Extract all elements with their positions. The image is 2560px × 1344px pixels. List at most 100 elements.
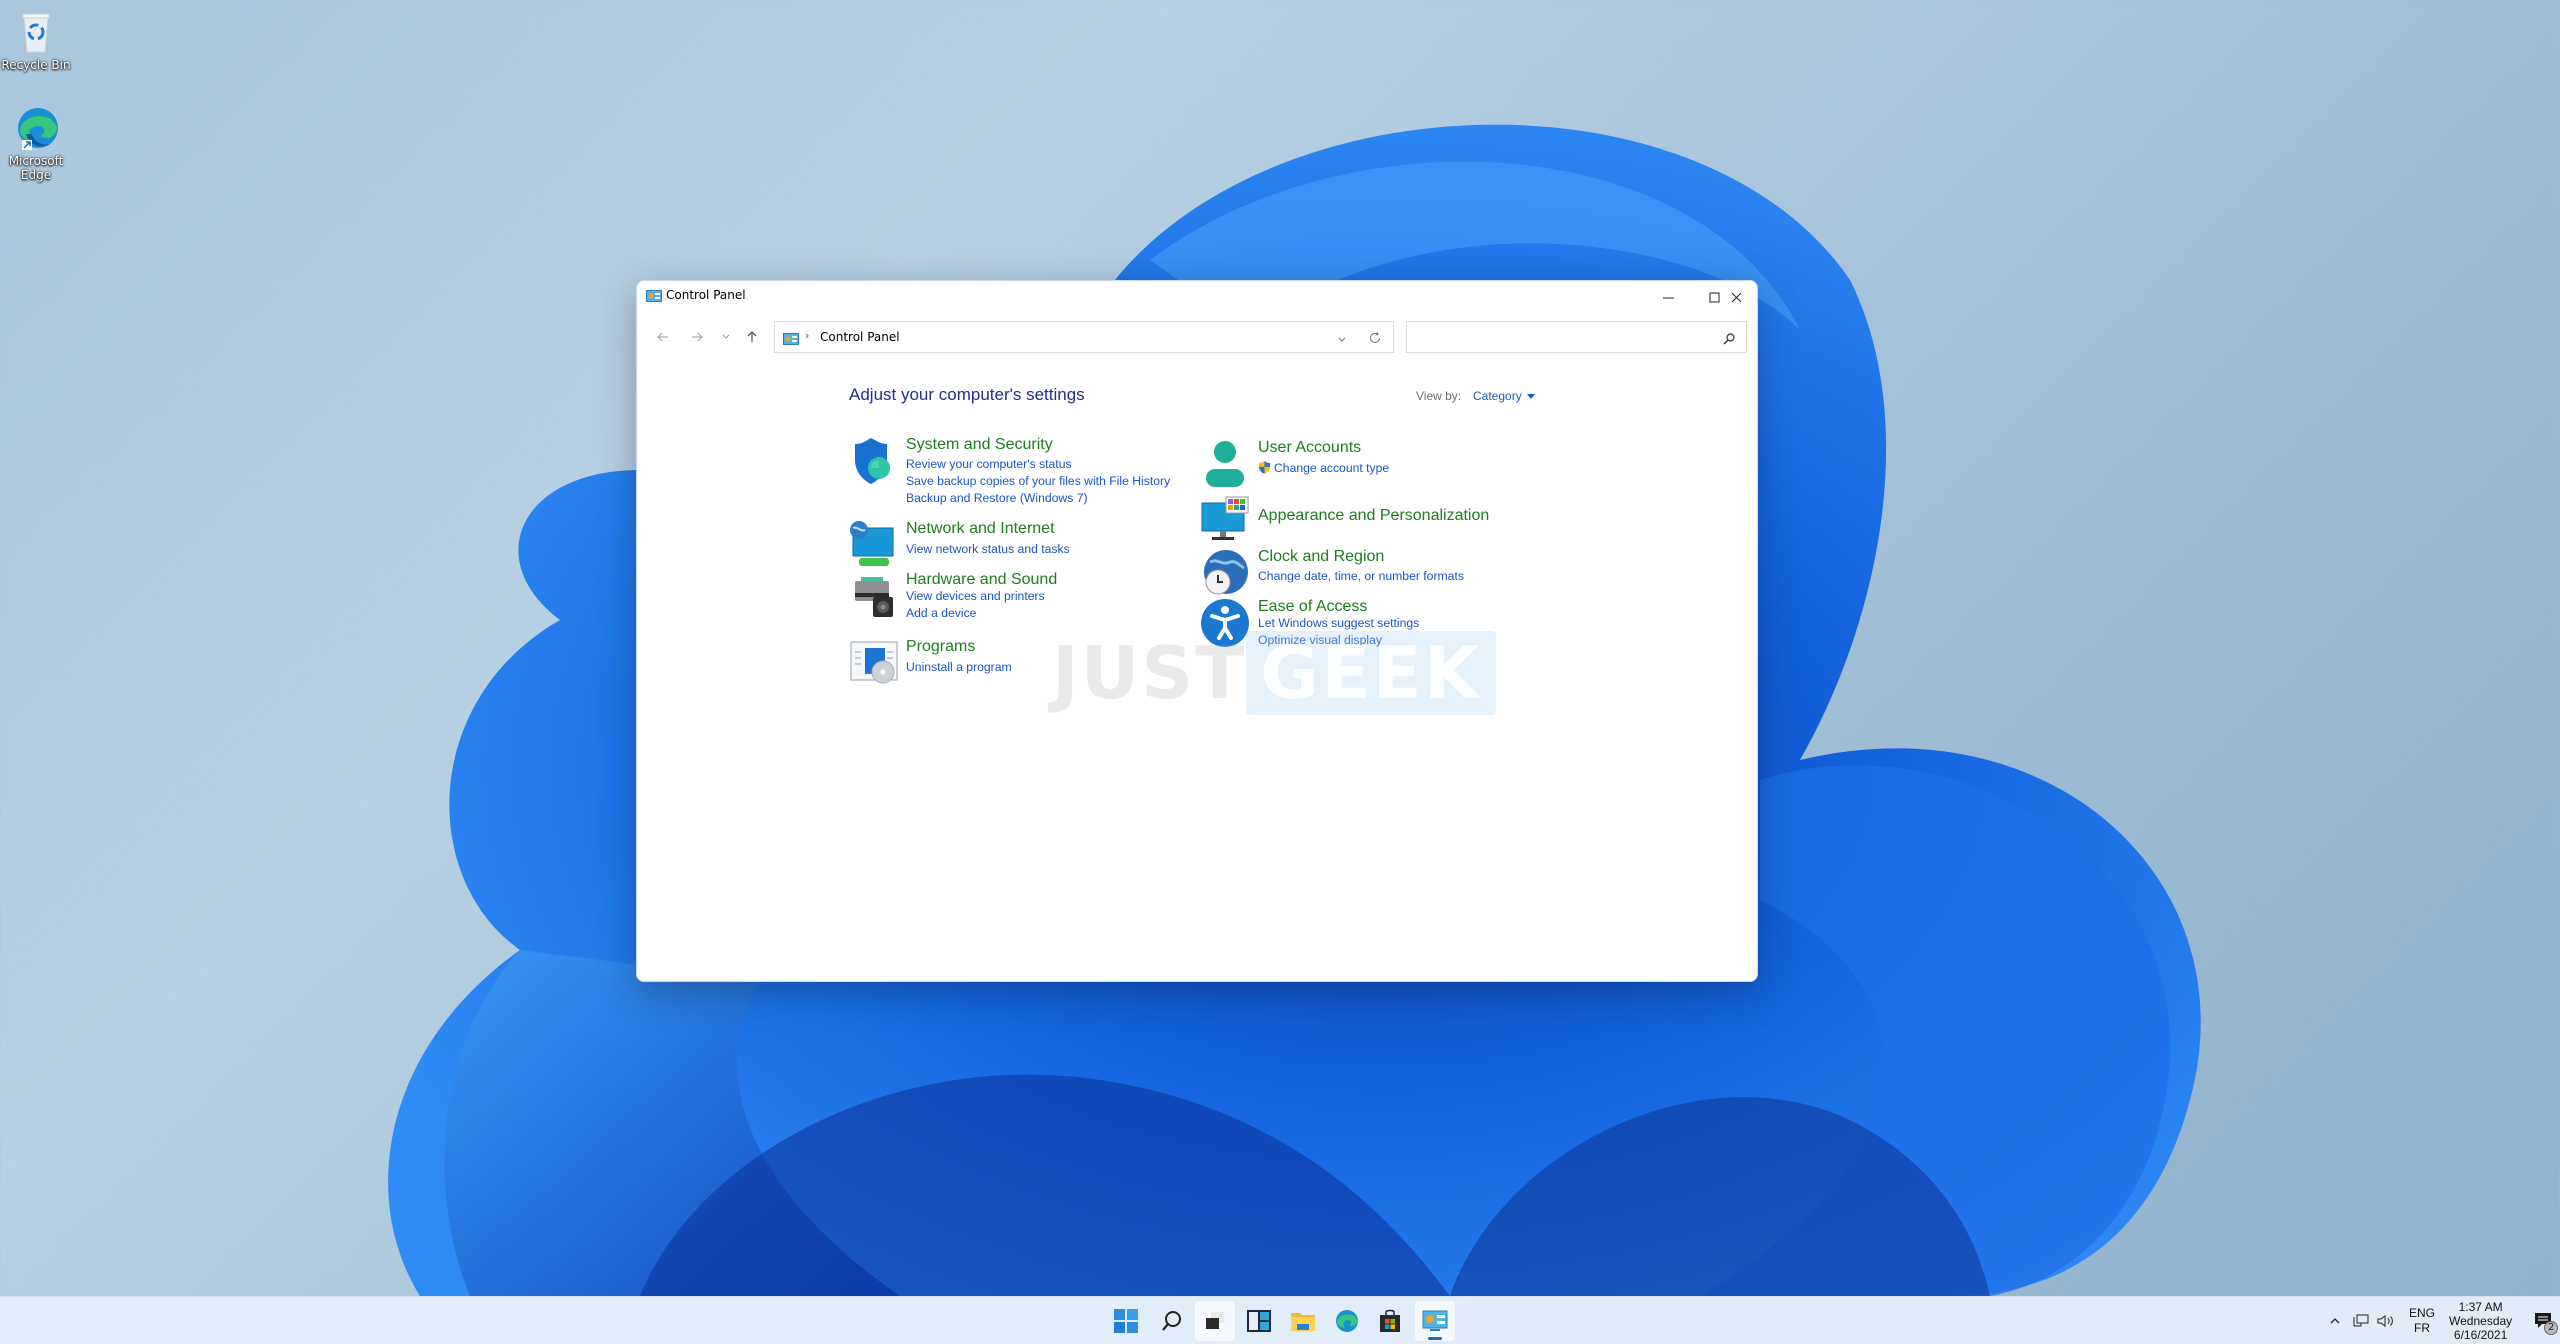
minimize-icon	[1662, 297, 1674, 298]
view-by-label: View by:	[1416, 389, 1462, 403]
edge-icon	[12, 104, 60, 152]
address-dropdown-button[interactable]	[1335, 331, 1349, 345]
widgets-icon	[1247, 1310, 1271, 1332]
page-heading: Adjust your computer's settings	[849, 385, 1085, 404]
back-button[interactable]	[651, 325, 675, 349]
edge-icon	[1336, 1310, 1358, 1332]
link-change-account-type[interactable]: Change account type	[1258, 461, 1389, 475]
windows-start-icon	[1114, 1309, 1138, 1333]
category-title[interactable]: Clock and Region	[1258, 548, 1384, 566]
link-review-status[interactable]: Review your computer's status	[906, 457, 1072, 471]
desktop-icon-edge[interactable]: Microsoft Edge	[0, 104, 72, 182]
close-icon	[1731, 292, 1741, 302]
back-arrow-icon	[657, 332, 668, 342]
chevron-down-icon	[1338, 337, 1346, 342]
category-title[interactable]: Network and Internet	[906, 520, 1055, 538]
volume-tray-button[interactable]	[2377, 1314, 2395, 1328]
ethernet-icon	[2353, 1314, 2369, 1327]
chevron-down-icon	[722, 334, 730, 339]
speaker-icon	[2377, 1315, 2393, 1327]
shield-icon[interactable]	[849, 436, 899, 486]
language-code: ENG	[2409, 1306, 2436, 1320]
link-add-device[interactable]: Add a device	[906, 606, 976, 620]
recent-locations-button[interactable]	[714, 325, 738, 349]
recycle-bin-icon	[12, 8, 60, 56]
forward-arrow-icon	[692, 332, 703, 342]
clock-date: 6/16/2021	[2453, 1328, 2508, 1342]
link-backup-restore[interactable]: Backup and Restore (Windows 7)	[906, 491, 1088, 505]
clock-button[interactable]: 1:37 AM Wednesday 6/16/2021	[2449, 1300, 2512, 1342]
link-devices-printers[interactable]: View devices and printers	[906, 589, 1045, 603]
desktop-icon-label: Recycle Bin	[1, 58, 71, 72]
control-panel-icon	[646, 289, 662, 303]
close-button[interactable]	[1713, 281, 1757, 313]
notification-center-button[interactable]: 2	[2534, 1312, 2559, 1335]
network-icon[interactable]	[849, 520, 899, 570]
keyboard-layout: FR	[2414, 1321, 2430, 1335]
chevron-up-icon	[2330, 1318, 2340, 1324]
store-icon	[1380, 1309, 1400, 1332]
category-title[interactable]: Hardware and Sound	[906, 571, 1057, 589]
breadcrumb-separator[interactable]: ›	[805, 329, 809, 342]
window-title: Control Panel	[666, 288, 746, 302]
taskbar-edge[interactable]	[1327, 1301, 1367, 1341]
printer-speaker-icon[interactable]	[849, 571, 899, 621]
control-panel-icon	[1422, 1310, 1448, 1331]
network-tray-button[interactable]	[2353, 1314, 2369, 1328]
link-uninstall-program[interactable]: Uninstall a program	[906, 660, 1012, 674]
link-suggest-settings[interactable]: Let Windows suggest settings	[1258, 616, 1419, 630]
forward-button[interactable]	[685, 325, 709, 349]
refresh-icon	[1370, 331, 1380, 343]
category-title[interactable]: Appearance and Personalization	[1258, 507, 1489, 525]
category-title[interactable]: Ease of Access	[1258, 598, 1367, 616]
taskbar-search[interactable]	[1152, 1301, 1192, 1341]
system-tray: ENG FR 1:37 AM Wednesday 6/16/2021 2	[2325, 1297, 2559, 1344]
desktop-icon-label: Microsoft Edge	[8, 154, 64, 182]
user-icon[interactable]	[1200, 439, 1250, 489]
active-indicator	[1428, 1337, 1442, 1340]
search-box[interactable]	[1406, 321, 1747, 353]
search-icon	[1162, 1311, 1181, 1331]
taskbar-store[interactable]	[1370, 1301, 1410, 1341]
link-network-status[interactable]: View network status and tasks	[906, 542, 1070, 556]
monitor-colors-icon[interactable]	[1200, 495, 1250, 545]
search-input[interactable]	[1413, 326, 1713, 348]
up-button[interactable]	[740, 325, 764, 349]
show-hidden-icons-button[interactable]	[2325, 1317, 2345, 1325]
programs-disc-icon[interactable]	[849, 638, 899, 688]
clock-time: 1:37 AM	[2458, 1300, 2503, 1314]
view-by-value: Category	[1473, 389, 1522, 403]
navigation-bar: › Control Panel	[637, 317, 1757, 357]
notification-count-badge: 2	[2544, 1321, 2559, 1335]
uac-shield-icon	[1258, 461, 1271, 474]
link-optimize-display[interactable]: Optimize visual display	[1258, 633, 1382, 647]
control-panel-icon	[783, 331, 799, 345]
control-panel-window: Control Panel › Control Panel Adjust you…	[636, 280, 1758, 982]
task-view-icon	[1206, 1312, 1224, 1329]
caret-down-icon	[1526, 393, 1535, 399]
category-title[interactable]: System and Security	[906, 436, 1053, 454]
taskbar-file-explorer[interactable]	[1283, 1301, 1323, 1341]
link-date-time-formats[interactable]: Change date, time, or number formats	[1258, 569, 1464, 583]
minimize-button[interactable]	[1645, 281, 1691, 313]
category-title[interactable]: Programs	[906, 638, 975, 656]
taskbar: ENG FR 1:37 AM Wednesday 6/16/2021 2	[0, 1296, 2560, 1344]
refresh-button[interactable]	[1367, 330, 1383, 346]
link-text: Change account type	[1274, 461, 1390, 475]
clock-day: Wednesday	[2449, 1314, 2513, 1328]
taskbar-control-panel[interactable]	[1415, 1301, 1455, 1341]
breadcrumb-control-panel[interactable]: Control Panel	[820, 330, 900, 344]
link-file-history[interactable]: Save backup copies of your files with Fi…	[906, 474, 1170, 488]
address-bar[interactable]: › Control Panel	[774, 321, 1394, 353]
taskbar-task-view[interactable]	[1195, 1301, 1235, 1341]
taskbar-widgets[interactable]	[1239, 1301, 1279, 1341]
accessibility-icon[interactable]	[1200, 598, 1250, 648]
view-by-dropdown[interactable]: Category	[1473, 389, 1535, 403]
category-title[interactable]: User Accounts	[1258, 439, 1361, 457]
title-bar[interactable]: Control Panel	[637, 281, 1757, 313]
taskbar-start[interactable]	[1106, 1301, 1146, 1341]
clock-globe-icon[interactable]	[1200, 548, 1250, 598]
input-language-button[interactable]: ENG FR	[2409, 1306, 2435, 1336]
desktop-icon-recycle-bin[interactable]: Recycle Bin	[0, 8, 72, 72]
search-icon[interactable]	[1722, 331, 1736, 345]
